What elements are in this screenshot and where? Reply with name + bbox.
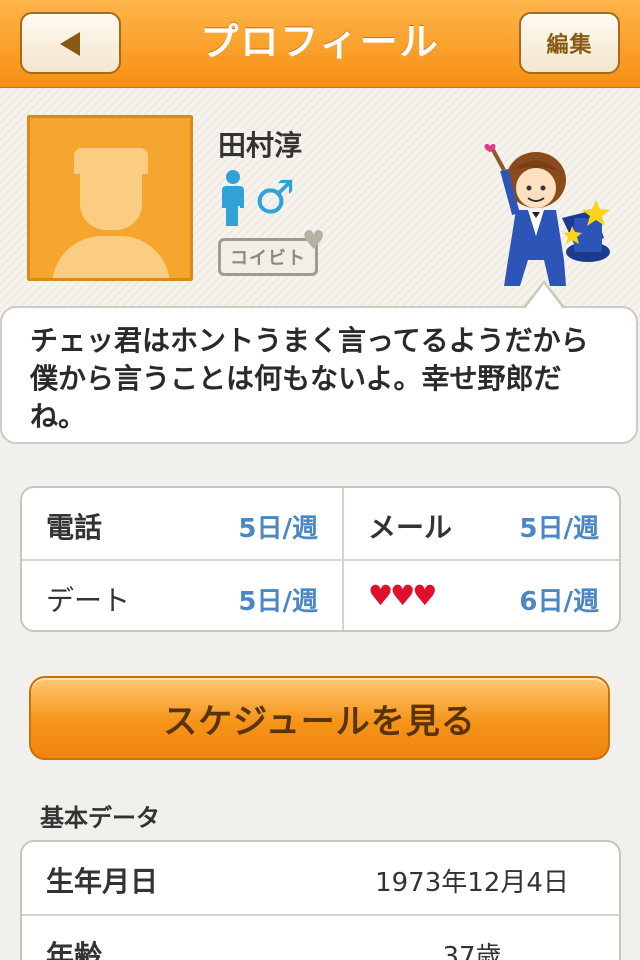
data-row-birthday: 生年月日 1973年12月4日: [22, 842, 619, 916]
birthday-value: 1973年12月4日: [375, 868, 569, 898]
table-divider-horizontal: [22, 559, 619, 561]
avatar-head: [80, 156, 142, 230]
basic-data-title: 基本データ: [40, 804, 160, 832]
navigation-bar: プロフィール 編集: [0, 0, 640, 88]
hearts-frequency: ♥♥♥ 6日/週: [344, 561, 619, 630]
birthday-label: 生年月日: [46, 865, 159, 898]
mail-frequency: メール 5日/週: [344, 488, 619, 559]
male-symbol-icon: ♂: [254, 170, 296, 224]
status-badge-label: コイビト: [230, 248, 306, 269]
date-label: デート: [46, 584, 131, 617]
hearts-icon: ♥♥♥: [368, 579, 437, 612]
phone-label: 電話: [46, 511, 103, 544]
mail-label: メール: [368, 511, 453, 544]
avatar[interactable]: [27, 115, 193, 281]
character-illustration: [484, 143, 610, 286]
mail-value: 5日/週: [519, 514, 599, 544]
data-row-age: 年齢 37歳: [22, 916, 619, 960]
view-schedule-button[interactable]: スケジュールを見る: [29, 676, 610, 760]
avatar-body: [52, 236, 170, 278]
date-frequency: デート 5日/週: [22, 561, 342, 630]
speech-text: チェッ君はホントうまく言ってるようだから僕から言うことは何もないよ。幸せ野郎だね…: [30, 324, 589, 433]
age-value: 37歳: [442, 942, 502, 960]
person-icon: [218, 170, 248, 226]
hearts-value: 6日/週: [519, 587, 599, 617]
speech-bubble-tail-inner: [525, 284, 563, 309]
phone-value: 5日/週: [238, 514, 318, 544]
page-title: プロフィール: [200, 20, 440, 64]
age-label: 年齢: [46, 939, 103, 960]
date-value: 5日/週: [238, 587, 318, 617]
basic-data-table: 生年月日 1973年12月4日 年齢 37歳: [20, 840, 621, 960]
user-name: 田村淳: [218, 129, 303, 162]
edit-button[interactable]: 編集: [519, 12, 620, 74]
back-arrow-icon: [60, 32, 80, 56]
table-divider-vertical: [342, 488, 344, 630]
heart-icon: ♥: [302, 226, 326, 256]
view-schedule-label: スケジュールを見る: [163, 701, 476, 742]
phone-frequency: 電話 5日/週: [22, 488, 342, 559]
edit-button-label: 編集: [546, 33, 593, 58]
contact-frequency-table: 電話 5日/週 メール 5日/週 デート 5日/週 ♥♥♥ 6日/週: [20, 486, 621, 632]
back-button[interactable]: [20, 12, 121, 74]
speech-bubble: チェッ君はホントうまく言ってるようだから僕から言うことは何もないよ。幸せ野郎だね…: [0, 306, 638, 444]
